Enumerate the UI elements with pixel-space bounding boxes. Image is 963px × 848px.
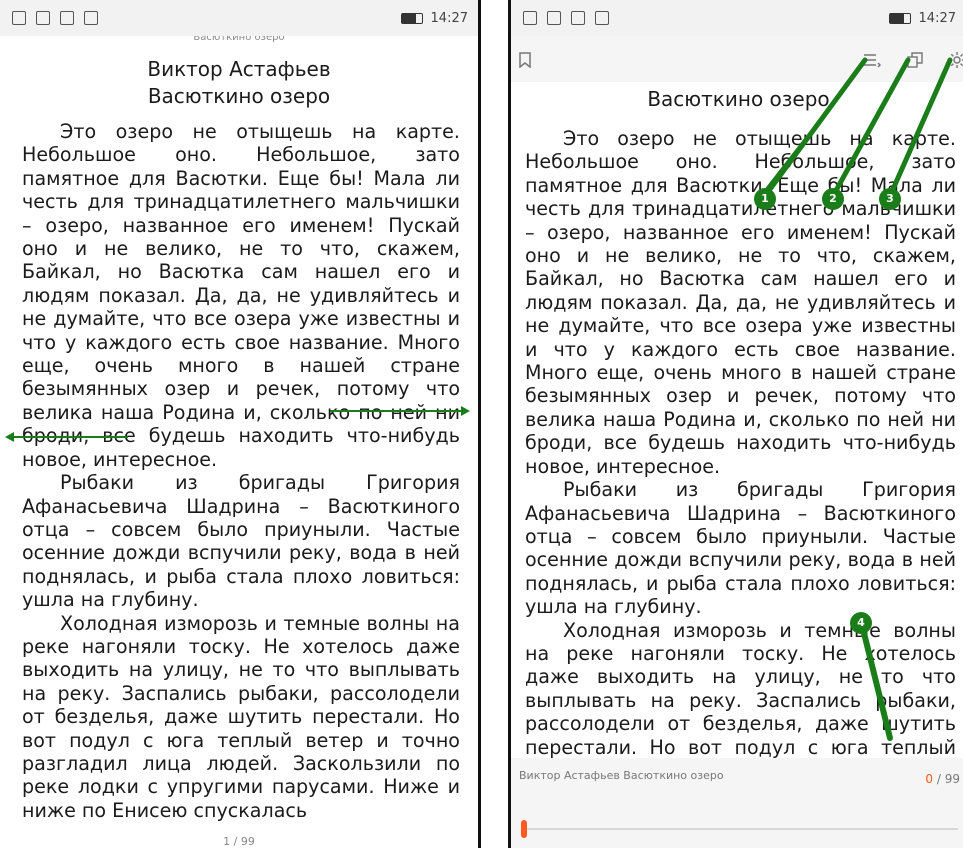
progress-slider-knob[interactable] bbox=[521, 820, 527, 838]
paragraph: Это озеро не отыщешь на карте. Небольшое… bbox=[525, 127, 956, 478]
status-time: 14:27 bbox=[918, 10, 956, 26]
message-icon bbox=[595, 11, 609, 25]
page-indicator: 1 / 99 bbox=[223, 835, 255, 848]
reader-screen-left: 14:27 Васюткино озеро Виктор Астафьев Ва… bbox=[0, 0, 481, 848]
progress-slider[interactable] bbox=[521, 820, 958, 838]
book-author: Виктор Астафьев bbox=[147, 57, 331, 81]
signal-icon bbox=[36, 11, 50, 25]
status-bar: 14:27 bbox=[0, 0, 478, 36]
book-title: Васюткино озеро bbox=[147, 84, 331, 108]
message-icon bbox=[84, 11, 98, 25]
paragraph: Холодная изморозь и темные волны на реке… bbox=[22, 611, 460, 822]
signal-icon bbox=[547, 11, 561, 25]
battery-icon bbox=[888, 12, 911, 24]
paragraph: Это озеро не отыщешь на карте. Небольшое… bbox=[22, 120, 460, 471]
total-pages: / 99 bbox=[936, 772, 960, 786]
book-text[interactable]: Это озеро не отыщешь на карте. Небольшое… bbox=[0, 120, 478, 822]
notification-icon bbox=[12, 11, 26, 25]
book-text[interactable]: Это озеро не отыщешь на карте. Небольшое… bbox=[511, 127, 963, 782]
wifi-icon bbox=[60, 11, 74, 25]
reader-footer: Виктор Астафьев Васюткино озеро 0 / 99 bbox=[511, 758, 963, 848]
annotation-marker-4: 4 bbox=[850, 612, 872, 634]
book-title: Васюткино озеро bbox=[647, 87, 830, 111]
annotation-marker-2: 2 bbox=[822, 188, 844, 210]
status-bar: 14:27 bbox=[511, 0, 963, 36]
current-page: 0 bbox=[925, 772, 934, 786]
page-counter: 0 / 99 bbox=[925, 772, 960, 786]
paragraph: Рыбаки из бригады Григория Афанасьевича … bbox=[525, 478, 956, 619]
status-time: 14:27 bbox=[430, 10, 468, 26]
battery-icon bbox=[400, 12, 423, 24]
annotation-marker-1: 1 bbox=[754, 188, 776, 210]
paragraph: Рыбаки из бригады Григория Афанасьевича … bbox=[22, 471, 460, 612]
footer-book-info: Виктор Астафьев Васюткино озеро bbox=[519, 769, 724, 782]
annotation-marker-3: 3 bbox=[879, 188, 901, 210]
reader-screen-right: 14:27 Васюткино озеро Это озеро не отыще… bbox=[508, 0, 963, 848]
notification-icon bbox=[523, 11, 537, 25]
wifi-icon bbox=[571, 11, 585, 25]
